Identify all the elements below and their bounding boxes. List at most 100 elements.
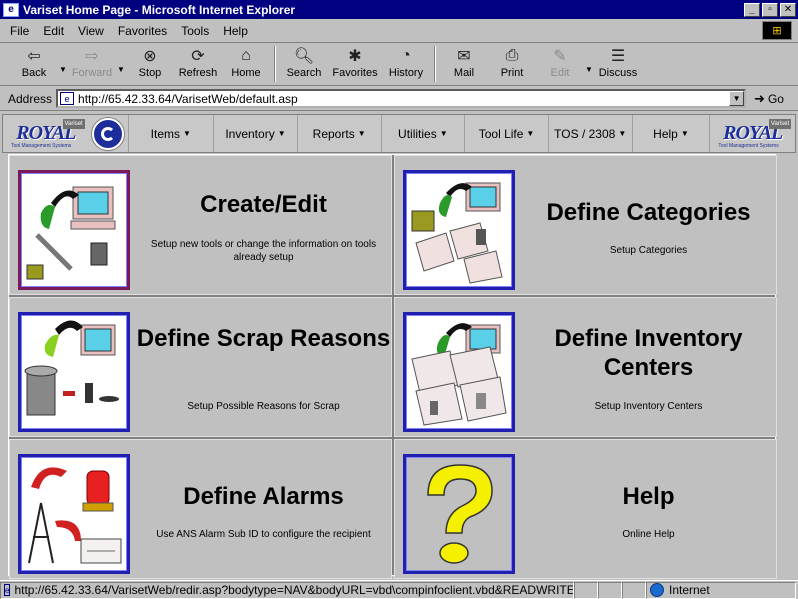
edit-icon: ✎ [553,48,567,65]
menu-edit[interactable]: Edit [43,24,64,38]
menu-tools[interactable]: Tools [181,24,209,38]
tile-define-scrap-reasons[interactable]: Define Scrap Reasons Setup Possible Reas… [9,297,392,437]
nav-utilities[interactable]: Utilities ▼ [380,115,465,152]
tile-help[interactable]: Help Online Help [394,439,777,579]
tile-define-categories[interactable]: Define Categories Setup Categories [394,155,777,295]
tile-title[interactable]: Create/Edit [136,190,391,219]
define-categories-illustration[interactable] [403,170,515,290]
history-button[interactable]: ◔ History [382,44,430,84]
tile-description: Use ANS Alarm Sub ID to configure the re… [156,529,371,540]
edit-button[interactable]: ✎ Edit [536,44,584,84]
variset-emblem-icon[interactable] [89,115,128,152]
status-url-cell: e http://65.42.33.64/VarisetWeb/redir.as… [0,581,574,599]
back-button[interactable]: ⇦ Back [10,44,58,84]
chevron-down-icon: ▼ [277,129,286,138]
tile-title[interactable]: Define Alarms [136,482,391,511]
chevron-down-icon: ▼ [357,129,366,138]
address-input[interactable]: e http://65.42.33.64/VarisetWeb/default.… [56,89,747,108]
discuss-button[interactable]: ☰ Discuss [594,44,642,84]
forward-arrow-icon: ⇨ [85,48,99,65]
chevron-down-icon: ▼ [526,129,535,138]
favorites-folder-icon: ✱ [348,48,362,65]
define-scrap-reasons-illustration[interactable] [18,312,130,432]
minimize-button[interactable]: _ [744,2,760,17]
status-bar: e http://65.42.33.64/VarisetWeb/redir.as… [0,580,798,599]
back-arrow-icon: ⇦ [27,48,41,65]
window-controls: _ ▫ ✕ [744,2,796,17]
window-titlebar[interactable]: e Variset Home Page - Microsoft Internet… [0,0,798,19]
chevron-down-icon: ▼ [618,129,627,138]
refresh-icon: ⟳ [191,48,205,65]
chevron-down-icon: ▼ [439,129,448,138]
royal-logo-right[interactable]: ROYAL Tool Management Systems Variset [709,115,795,152]
tile-define-alarms[interactable]: Define Alarms Use ANS Alarm Sub ID to co… [9,439,392,579]
tile-title[interactable]: Define Categories [521,198,776,227]
windows-logo-icon: ⊞ [762,21,792,40]
go-arrow-icon: ➜ [754,90,765,106]
chevron-down-icon: ▼ [680,129,689,138]
nav-tool-life[interactable]: Tool Life ▼ [464,115,548,152]
mail-icon: ✉ [457,48,471,65]
tile-define-inventory-centers[interactable]: Define Inventory Centers Setup Inventory… [394,297,777,437]
globe-icon [650,583,664,597]
define-inventory-centers-illustration[interactable] [403,312,515,432]
search-button[interactable]: 🔍︎ Search [280,44,328,84]
mail-button[interactable]: ✉ Mail [440,44,488,84]
status-url: http://65.42.33.64/VarisetWeb/redir.asp?… [14,583,574,597]
tile-description: Setup Categories [609,245,688,256]
menu-bar: File Edit View Favorites Tools Help ⊞ [0,19,798,43]
help-illustration[interactable] [403,454,515,574]
stop-button[interactable]: ⊗ Stop [126,44,174,84]
tile-description: Setup Possible Reasons for Scrap [187,401,340,412]
restore-button[interactable]: ▫ [762,2,778,17]
edit-dropdown-icon[interactable]: ▼ [584,44,594,84]
stop-icon: ⊗ [143,48,157,65]
page-icon: e [60,92,75,105]
menu-favorites[interactable]: Favorites [118,24,167,38]
nav-tos-2308[interactable]: TOS / 2308 ▼ [547,115,632,152]
close-button[interactable]: ✕ [780,2,796,17]
status-pane [598,581,622,599]
tile-title[interactable]: Define Inventory Centers [521,324,776,382]
tile-description: Setup Inventory Centers [594,401,703,412]
printer-icon: ⎙ [505,47,519,64]
standard-toolbar: ⇦ Back ▼ ⇨ Forward ▼ ⊗ Stop ⟳ Refresh ⌂ … [0,44,798,86]
refresh-button[interactable]: ⟳ Refresh [174,44,222,84]
address-url: http://65.42.33.64/VarisetWeb/default.as… [78,91,298,106]
back-dropdown-icon[interactable]: ▼ [58,44,68,84]
toolbar-separator [434,46,436,82]
menu-help[interactable]: Help [223,24,248,38]
go-button[interactable]: ➜ Go [754,91,784,107]
tile-description: Setup new tools or change the informatio… [150,239,377,263]
print-button[interactable]: ⎙ Print [488,44,536,84]
discuss-icon: ☰ [610,48,626,65]
history-icon: ◔ [401,47,411,64]
address-bar: Address e http://65.42.33.64/VarisetWeb/… [0,87,798,111]
function-grid: Create/Edit Setup new tools or change th… [8,154,777,579]
nav-inventory[interactable]: Inventory ▼ [213,115,297,152]
favorites-button[interactable]: ✱ Favorites [328,44,382,84]
menu-view[interactable]: View [78,24,104,38]
nav-reports[interactable]: Reports ▼ [296,115,381,152]
status-zone: Internet [646,581,796,599]
menu-file[interactable]: File [10,24,29,38]
address-dropdown-icon[interactable]: ▼ [729,91,745,106]
forward-dropdown-icon[interactable]: ▼ [116,44,126,84]
tile-title[interactable]: Define Scrap Reasons [136,324,391,353]
chevron-down-icon: ▼ [183,129,191,138]
tile-description: Online Help [622,529,675,540]
ie-icon: e [3,2,19,17]
search-icon: 🔍︎ [293,48,315,65]
nav-items[interactable]: Items ▼ [127,115,214,152]
tile-create-edit[interactable]: Create/Edit Setup new tools or change th… [9,155,392,295]
window-title: Variset Home Page - Microsoft Internet E… [23,2,296,17]
nav-help[interactable]: Help ▼ [631,115,710,152]
home-button[interactable]: ⌂ Home [222,44,270,84]
home-icon: ⌂ [241,47,251,64]
create-edit-illustration[interactable] [18,170,130,290]
define-alarms-illustration[interactable] [18,454,130,574]
forward-button[interactable]: ⇨ Forward [68,44,116,84]
tile-title[interactable]: Help [521,482,776,511]
royal-logo[interactable]: ROYAL Tool Management Systems Variset [3,115,89,152]
status-pane [574,581,598,599]
